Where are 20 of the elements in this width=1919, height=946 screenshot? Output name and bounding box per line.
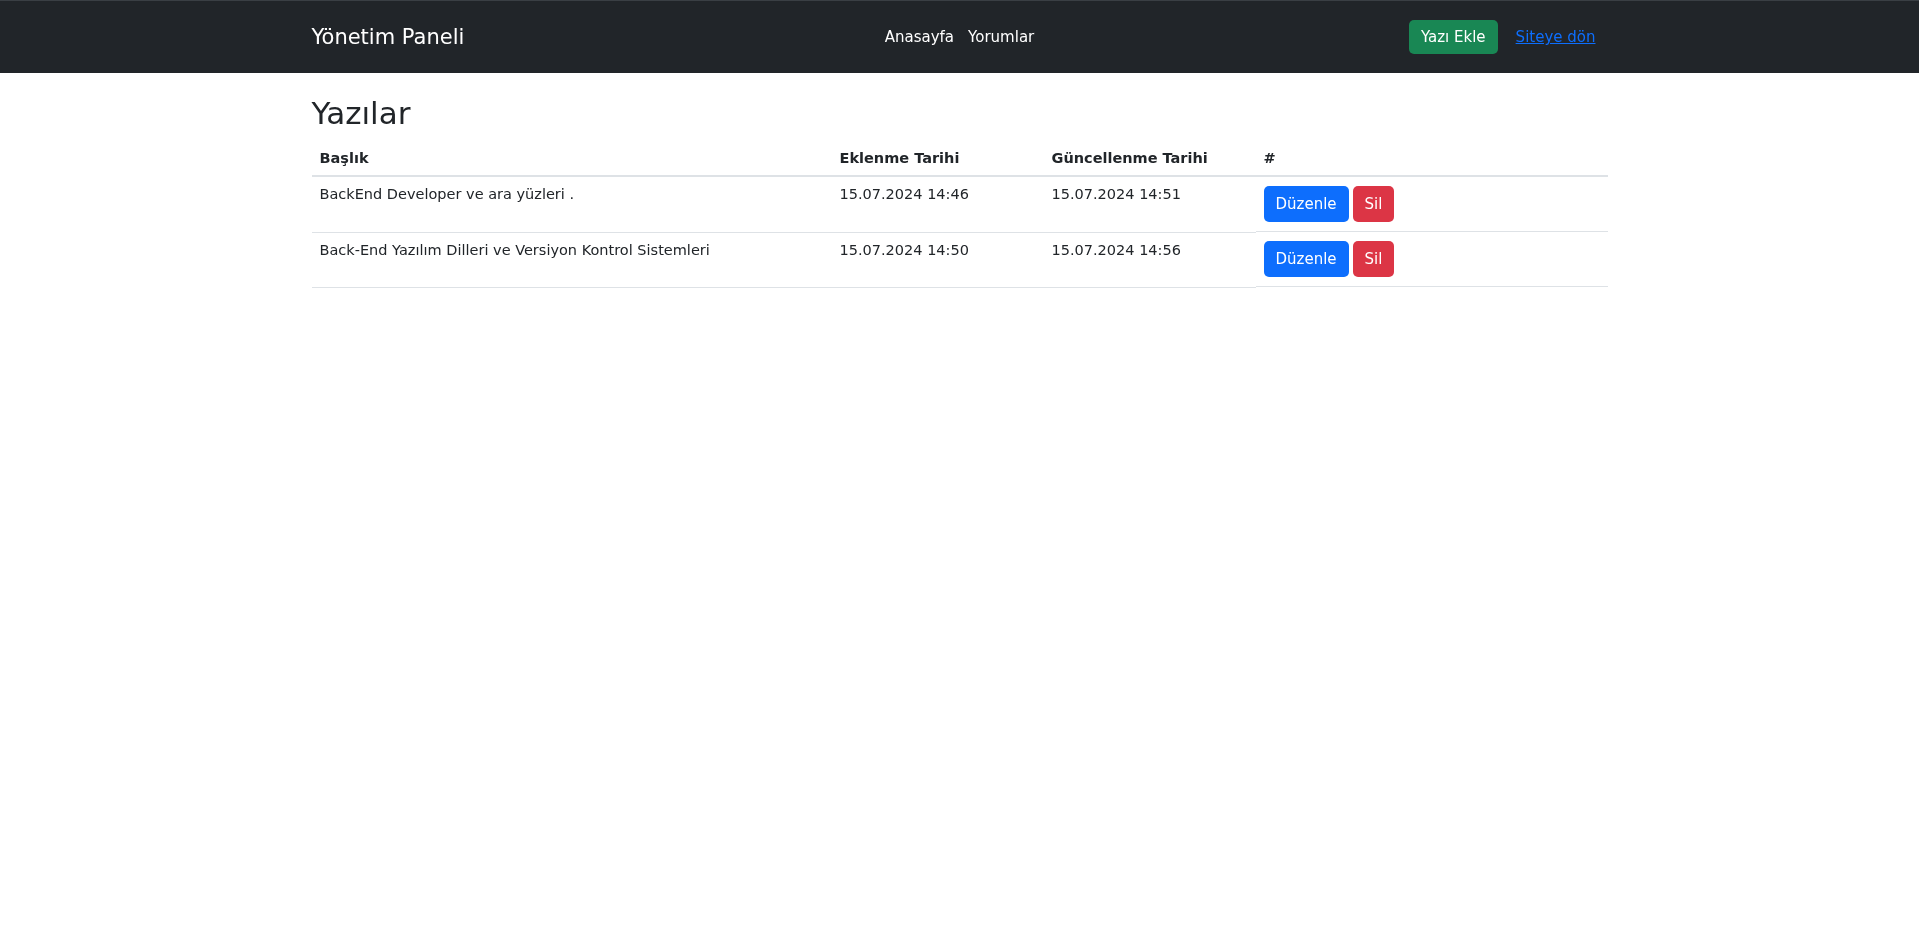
column-header: Güncellenme Tarihi — [1043, 141, 1256, 176]
table-cell: 15.07.2024 14:50 — [831, 232, 1044, 287]
column-header: Eklenme Tarihi — [831, 141, 1044, 176]
brand-link[interactable]: Yönetim Paneli — [311, 25, 465, 49]
edit-button[interactable]: Düzenle — [1263, 241, 1349, 277]
delete-button[interactable]: Sil — [1352, 186, 1395, 222]
table-cell: Back-End Yazılım Dilleri ve Versiyon Kontrol Sistemleri — [311, 232, 832, 287]
nav-link[interactable]: Anasayfa — [884, 28, 955, 46]
page-title: Yazılar — [311, 95, 412, 131]
table-cell: BackEnd Developer ve ara yüzleri . — [311, 176, 832, 232]
delete-button[interactable]: Sil — [1352, 241, 1395, 277]
edit-button[interactable]: Düzenle — [1263, 186, 1349, 222]
column-header: Başlık — [311, 141, 832, 176]
nav-link[interactable]: Yorumlar — [968, 28, 1035, 46]
table-cell: 15.07.2024 14:56 — [1043, 232, 1256, 287]
column-header: # — [1255, 141, 1608, 176]
table-cell: 15.07.2024 14:46 — [831, 176, 1044, 232]
add-post-button[interactable]: Yazı Ekle — [1408, 20, 1498, 54]
back-to-site-link[interactable]: Siteye dön — [1515, 28, 1596, 46]
table-cell: 15.07.2024 14:51 — [1043, 176, 1256, 232]
